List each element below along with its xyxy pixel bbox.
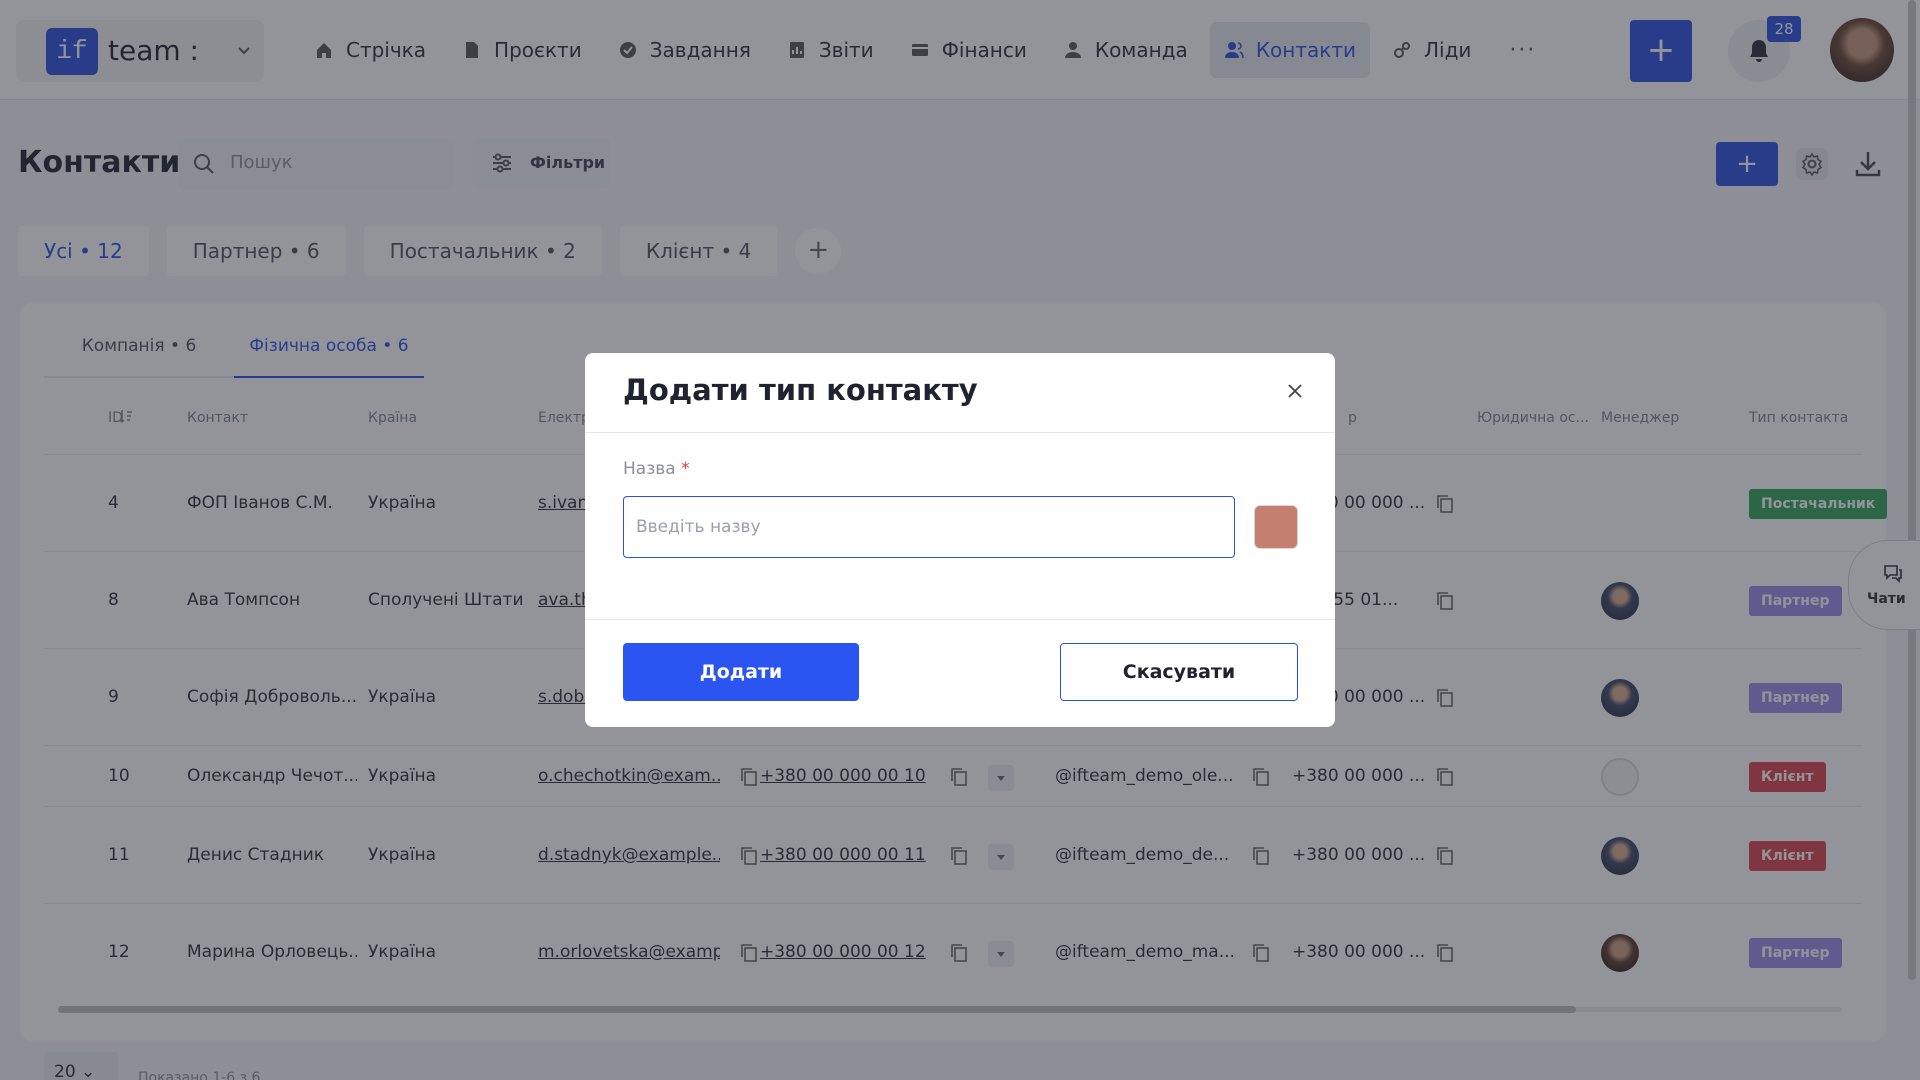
dialog-title: Додати тип контакту xyxy=(623,373,978,407)
cancel-button[interactable]: Скасувати xyxy=(1060,643,1298,701)
add-contact-type-dialog: Додати тип контакту Назва * Додати Скасу… xyxy=(585,353,1335,727)
add-button[interactable]: Додати xyxy=(623,643,859,701)
close-icon[interactable] xyxy=(1283,379,1307,403)
name-field-label: Назва * xyxy=(623,459,690,479)
color-picker-swatch[interactable] xyxy=(1254,505,1298,549)
divider xyxy=(585,619,1335,620)
name-label-text: Назва xyxy=(623,459,676,479)
divider xyxy=(585,432,1335,433)
name-input[interactable] xyxy=(623,496,1235,558)
required-mark: * xyxy=(681,459,690,479)
